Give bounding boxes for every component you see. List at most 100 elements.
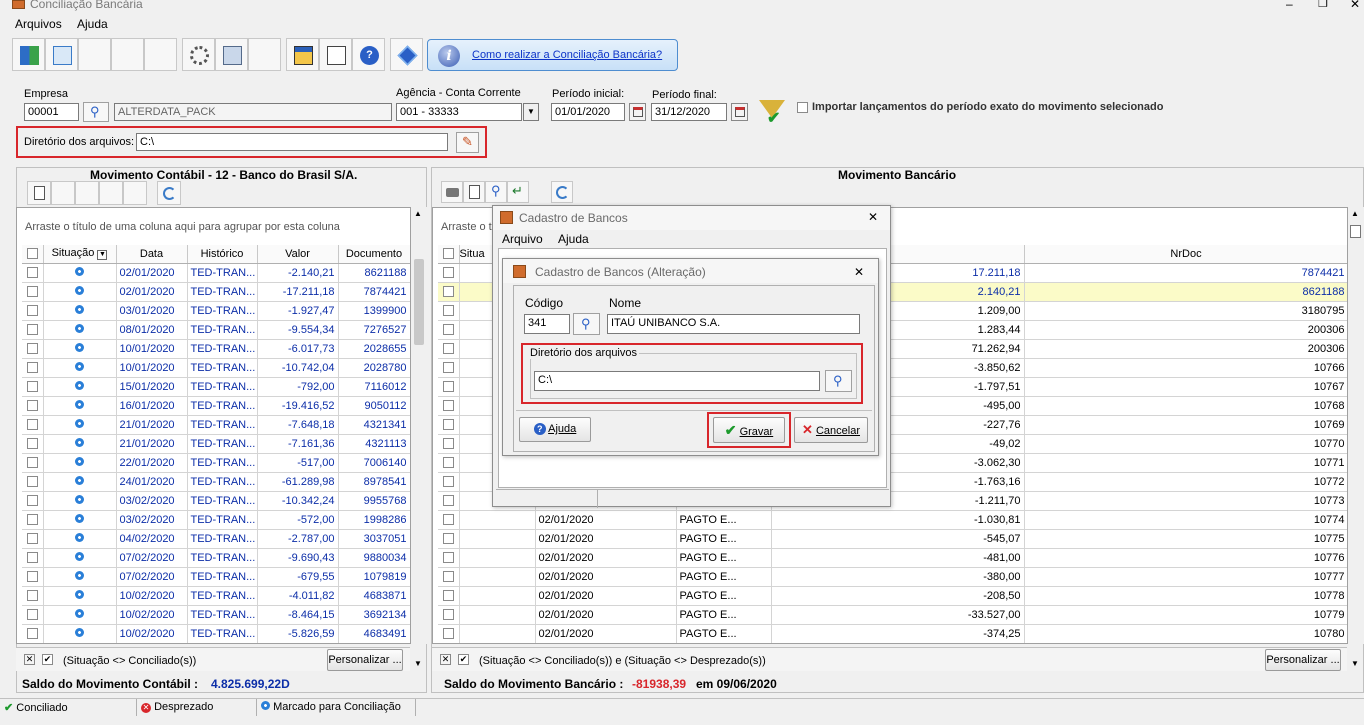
toolbar-slot-8[interactable] <box>248 38 281 71</box>
table-row[interactable]: 02/01/2020 PAGTO E... -481,00 10776 <box>438 548 1347 568</box>
row-checkbox[interactable] <box>438 320 460 340</box>
left-scroll-thumb[interactable] <box>414 259 424 345</box>
left-header-situacao[interactable]: Situação ▼ <box>43 245 117 264</box>
row-checkbox[interactable] <box>438 263 460 283</box>
ajuda-button[interactable]: ? Ajuda <box>519 417 591 442</box>
window-button[interactable] <box>286 38 319 71</box>
row-checkbox[interactable] <box>22 415 44 435</box>
table-row[interactable]: 21/01/2020 TED-TRAN... -7.648,18 4321341 <box>22 415 410 435</box>
right-personalizar-button[interactable]: Personalizar ... <box>1265 649 1341 671</box>
left-header-historico[interactable]: Histórico <box>187 245 258 264</box>
row-checkbox[interactable] <box>438 377 460 397</box>
right-print-button[interactable] <box>441 181 463 203</box>
table-row[interactable]: 08/01/2020 TED-TRAN... -9.554,34 7276527 <box>22 320 410 340</box>
table-row[interactable]: 02/01/2020 PAGTO E... -374,25 10780 <box>438 624 1347 643</box>
nome-input[interactable]: ITAÚ UNIBANCO S.A. <box>607 314 860 334</box>
dialog-bancos-menu-arquivo[interactable]: Arquivo <box>502 232 543 246</box>
table-row[interactable]: 02/01/2020 PAGTO E... -545,07 10775 <box>438 529 1347 549</box>
left-filter-checkbox[interactable]: ✔ <box>42 654 53 665</box>
column-chooser-icon[interactable] <box>1350 225 1361 238</box>
filter-dropdown-icon[interactable]: ▼ <box>97 250 108 261</box>
row-checkbox[interactable] <box>22 339 44 359</box>
row-checkbox[interactable] <box>22 396 44 416</box>
row-checkbox[interactable] <box>438 605 460 625</box>
table-row[interactable]: 02/01/2020 PAGTO E... -1.030,81 10774 <box>438 510 1347 530</box>
exit-button[interactable] <box>12 38 45 71</box>
clear-filter-icon[interactable]: ✕ <box>24 654 35 665</box>
table-row[interactable]: 02/01/2020 TED-TRAN... -2.140,21 8621188 <box>22 263 410 283</box>
info-button[interactable] <box>390 38 423 71</box>
toolbar-slot-3[interactable] <box>78 38 111 71</box>
toolbar-slot-4[interactable] <box>111 38 144 71</box>
clear-filter-icon[interactable]: ✕ <box>440 654 451 665</box>
table-row[interactable]: 02/01/2020 PAGTO E... -208,50 10778 <box>438 586 1347 606</box>
right-new-button[interactable] <box>463 181 485 203</box>
right-refresh-button[interactable] <box>551 181 573 203</box>
close-button[interactable]: ✕ <box>1350 0 1360 11</box>
row-checkbox[interactable] <box>438 396 460 416</box>
row-checkbox[interactable] <box>22 358 44 378</box>
right-filter-checkbox[interactable]: ✔ <box>458 654 469 665</box>
table-row[interactable]: 22/01/2020 TED-TRAN... -517,00 7006140 <box>22 453 410 473</box>
agencia-dropdown-button[interactable]: ▼ <box>523 103 539 121</box>
row-checkbox[interactable] <box>22 453 44 473</box>
row-checkbox[interactable] <box>438 358 460 378</box>
row-checkbox[interactable] <box>22 282 44 302</box>
periodo-inicial-calendar-button[interactable] <box>629 103 646 121</box>
left-header-select-all[interactable] <box>22 245 44 264</box>
periodo-inicial-input[interactable]: 01/01/2020 <box>551 103 625 121</box>
table-row[interactable]: 10/02/2020 TED-TRAN... -8.464,15 3692134 <box>22 605 410 625</box>
diretorio-input[interactable]: C:\ <box>136 133 448 151</box>
codigo-input[interactable]: 341 <box>524 314 570 334</box>
row-checkbox[interactable] <box>22 491 44 511</box>
dialog-bancos-menu-ajuda[interactable]: Ajuda <box>558 232 589 246</box>
gravar-button[interactable]: ✔ Gravar <box>713 417 785 443</box>
scroll-down-icon[interactable]: ▼ <box>1351 659 1359 668</box>
row-checkbox[interactable] <box>438 453 460 473</box>
help-link-text[interactable]: Como realizar a Conciliação Bancária? <box>472 49 662 61</box>
importar-checkbox[interactable] <box>797 102 808 113</box>
table-row[interactable]: 02/01/2020 TED-TRAN... -17.211,18 7874421 <box>22 282 410 302</box>
diretorio-browse-button[interactable]: ⚲ <box>825 370 852 392</box>
row-checkbox[interactable] <box>22 586 44 606</box>
row-checkbox[interactable] <box>22 377 44 397</box>
table-row[interactable]: 24/01/2020 TED-TRAN... -61.289,98 8978541 <box>22 472 410 492</box>
left-header-documento[interactable]: Documento <box>338 245 410 264</box>
cancelar-button[interactable]: ✕ Cancelar <box>794 417 868 443</box>
row-checkbox[interactable] <box>438 339 460 359</box>
row-checkbox[interactable] <box>438 624 460 643</box>
scroll-down-icon[interactable]: ▼ <box>414 659 422 668</box>
left-scrollbar[interactable]: ▲ ▼ <box>411 207 427 668</box>
row-checkbox[interactable] <box>22 529 44 549</box>
right-return-button[interactable]: ↵ <box>507 181 529 203</box>
table-row[interactable]: 02/01/2020 PAGTO E... -380,00 10777 <box>438 567 1347 587</box>
row-checkbox[interactable] <box>22 472 44 492</box>
right-scrollbar[interactable]: ▲ ▼ <box>1348 207 1364 668</box>
left-header-valor[interactable]: Valor <box>257 245 339 264</box>
settings-button[interactable] <box>182 38 215 71</box>
row-checkbox[interactable] <box>22 434 44 454</box>
periodo-final-input[interactable]: 31/12/2020 <box>651 103 727 121</box>
left-tool-2[interactable] <box>51 181 75 205</box>
row-checkbox[interactable] <box>22 301 44 321</box>
row-checkbox[interactable] <box>438 415 460 435</box>
row-checkbox[interactable] <box>438 548 460 568</box>
codigo-search-button[interactable]: ⚲ <box>573 313 600 335</box>
table-row[interactable]: 15/01/2020 TED-TRAN... -792,00 7116012 <box>22 377 410 397</box>
filter-button[interactable]: ✔ <box>757 98 787 127</box>
row-checkbox[interactable] <box>22 624 44 643</box>
restore-button[interactable]: ❐ <box>1318 0 1328 10</box>
row-checkbox[interactable] <box>438 282 460 302</box>
table-row[interactable]: 10/01/2020 TED-TRAN... -6.017,73 2028655 <box>22 339 410 359</box>
row-checkbox[interactable] <box>22 605 44 625</box>
table-row[interactable]: 03/02/2020 TED-TRAN... -10.342,24 9955768 <box>22 491 410 511</box>
row-checkbox[interactable] <box>438 586 460 606</box>
row-checkbox[interactable] <box>22 263 44 283</box>
left-refresh-button[interactable] <box>157 181 181 205</box>
scroll-up-icon[interactable]: ▲ <box>1351 209 1359 218</box>
table-row[interactable]: 03/02/2020 TED-TRAN... -572,00 1998286 <box>22 510 410 530</box>
left-header-data[interactable]: Data <box>116 245 188 264</box>
report-button[interactable] <box>319 38 352 71</box>
right-search-button[interactable]: ⚲ <box>485 181 507 203</box>
row-checkbox[interactable] <box>438 529 460 549</box>
